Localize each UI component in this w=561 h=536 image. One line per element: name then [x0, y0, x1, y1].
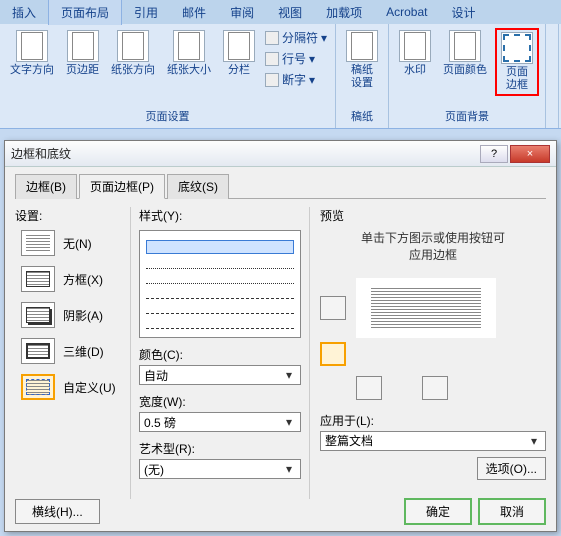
hyphenation-icon: [265, 73, 279, 87]
chevron-down-icon: ▾: [282, 368, 296, 382]
group-label-paper: 稿纸: [342, 106, 382, 126]
tab-acrobat[interactable]: Acrobat: [374, 1, 439, 23]
tab-references[interactable]: 引用: [122, 0, 170, 25]
page-border-button[interactable]: 页面 边框: [495, 28, 539, 96]
page-border-icon: [501, 32, 533, 64]
margins-icon: [67, 30, 99, 62]
size-button[interactable]: 纸张大小: [163, 28, 215, 79]
orientation-button[interactable]: 纸张方向: [107, 28, 159, 79]
chevron-down-icon: ▾: [282, 415, 296, 429]
chevron-down-icon: ▾: [527, 434, 541, 448]
settings-label: 设置:: [15, 207, 130, 224]
tab-review[interactable]: 审阅: [218, 0, 266, 25]
preview-box[interactable]: [356, 278, 496, 338]
apply-label: 应用于(L):: [320, 412, 546, 429]
tab-border[interactable]: 边框(B): [15, 174, 77, 199]
preview-hint: 单击下方图示或使用按钮可 应用边框: [320, 230, 546, 264]
threed-icon: [21, 338, 55, 364]
page-color-icon: [449, 30, 481, 62]
art-label: 艺术型(R):: [139, 440, 301, 457]
cancel-button[interactable]: 取消: [478, 498, 546, 525]
style-label: 样式(Y):: [139, 207, 301, 224]
tab-design[interactable]: 设计: [439, 0, 487, 25]
setting-none[interactable]: 无(N): [21, 230, 130, 256]
none-icon: [21, 230, 55, 256]
watermark-icon: [399, 30, 431, 62]
columns-button[interactable]: 分栏: [219, 28, 259, 79]
paper-icon: [346, 30, 378, 62]
group-page-setup: 文字方向 页边距 纸张方向 纸张大小 分栏 分隔符▾ 行号▾ 断字▾: [0, 24, 336, 128]
page-color-button[interactable]: 页面颜色: [439, 28, 491, 79]
group-page-background: 水印 页面颜色 页面 边框 页面背景: [389, 24, 546, 128]
setting-3d[interactable]: 三维(D): [21, 338, 130, 364]
ok-button[interactable]: 确定: [404, 498, 472, 525]
style-line-solid[interactable]: [146, 240, 294, 254]
settings-column: 设置: 无(N) 方框(X) 阴影(A) 三维(D): [15, 207, 130, 499]
border-top-button[interactable]: [320, 296, 346, 320]
page-setup-small: 分隔符▾ 行号▾ 断字▾: [263, 28, 329, 89]
paper-settings-button[interactable]: 稿纸 设置: [342, 28, 382, 92]
text-direction-button[interactable]: 文字方向: [6, 28, 58, 79]
shadow-icon: [21, 302, 55, 328]
color-combo[interactable]: 自动▾: [139, 365, 301, 385]
color-label: 颜色(C):: [139, 346, 301, 363]
options-button[interactable]: 选项(O)...: [477, 457, 546, 480]
tab-mailings[interactable]: 邮件: [170, 0, 218, 25]
text-direction-icon: [16, 30, 48, 62]
group-label-page-setup: 页面设置: [6, 106, 329, 126]
watermark-button[interactable]: 水印: [395, 28, 435, 79]
line-numbers-button[interactable]: 行号▾: [263, 49, 329, 68]
size-icon: [173, 30, 205, 62]
hyphenation-button[interactable]: 断字▾: [263, 70, 329, 89]
line-numbers-icon: [265, 52, 279, 66]
tab-addins[interactable]: 加载项: [314, 0, 374, 25]
tab-shading[interactable]: 底纹(S): [167, 174, 229, 199]
width-label: 宽度(W):: [139, 393, 301, 410]
ribbon-tab-row: 插入 页面布局 引用 邮件 审阅 视图 加载项 Acrobat 设计: [0, 0, 561, 24]
dialog-titlebar: 边框和底纹 ? ×: [5, 141, 556, 167]
help-button[interactable]: ?: [480, 145, 508, 163]
tab-page-layout[interactable]: 页面布局: [48, 0, 122, 25]
breaks-icon: [265, 31, 279, 45]
style-line-dotted2[interactable]: [146, 272, 294, 284]
dialog-title: 边框和底纹: [11, 145, 478, 162]
border-right-button[interactable]: [422, 376, 448, 400]
art-combo[interactable]: (无)▾: [139, 459, 301, 479]
border-left-button[interactable]: [356, 376, 382, 400]
style-line-dotted[interactable]: [146, 257, 294, 269]
chevron-down-icon: ▾: [282, 462, 296, 476]
close-button[interactable]: ×: [510, 145, 550, 163]
border-bottom-button[interactable]: [320, 342, 346, 366]
columns-icon: [223, 30, 255, 62]
setting-shadow[interactable]: 阴影(A): [21, 302, 130, 328]
width-combo[interactable]: 0.5 磅▾: [139, 412, 301, 432]
breaks-button[interactable]: 分隔符▾: [263, 28, 329, 47]
horizontal-line-button[interactable]: 横线(H)...: [15, 499, 100, 524]
setting-box[interactable]: 方框(X): [21, 266, 130, 292]
preview-column: 预览 单击下方图示或使用按钮可 应用边框 应用于(L): 整篇文档▾ 选项(O)…: [310, 207, 546, 499]
group-paper: 稿纸 设置 稿纸: [336, 24, 389, 128]
tab-insert[interactable]: 插入: [0, 0, 48, 25]
orientation-icon: [117, 30, 149, 62]
style-listbox[interactable]: [139, 230, 301, 338]
apply-combo[interactable]: 整篇文档▾: [320, 431, 546, 451]
style-column: 样式(Y): 颜色(C): 自动▾ 宽度(W): 0.5 磅▾: [130, 207, 310, 499]
tab-view[interactable]: 视图: [266, 0, 314, 25]
dialog-footer: 横线(H)... 确定 取消: [15, 498, 546, 525]
dialog-tab-row: 边框(B) 页面边框(P) 底纹(S): [15, 173, 546, 199]
preview-label: 预览: [320, 207, 546, 224]
margins-button[interactable]: 页边距: [62, 28, 103, 79]
group-paragraph-snippet: [546, 24, 559, 128]
group-label-background: 页面背景: [395, 106, 539, 126]
setting-custom[interactable]: 自定义(U): [21, 374, 130, 400]
borders-shading-dialog: 边框和底纹 ? × 边框(B) 页面边框(P) 底纹(S) 设置: 无(N) 方…: [4, 140, 557, 532]
style-line-dashdot[interactable]: [146, 317, 294, 329]
style-line-dashed[interactable]: [146, 287, 294, 299]
ribbon-body: 文字方向 页边距 纸张方向 纸张大小 分栏 分隔符▾ 行号▾ 断字▾: [0, 24, 561, 129]
custom-icon: [21, 374, 55, 400]
box-icon: [21, 266, 55, 292]
tab-page-border[interactable]: 页面边框(P): [79, 174, 165, 199]
style-line-dashed2[interactable]: [146, 302, 294, 314]
